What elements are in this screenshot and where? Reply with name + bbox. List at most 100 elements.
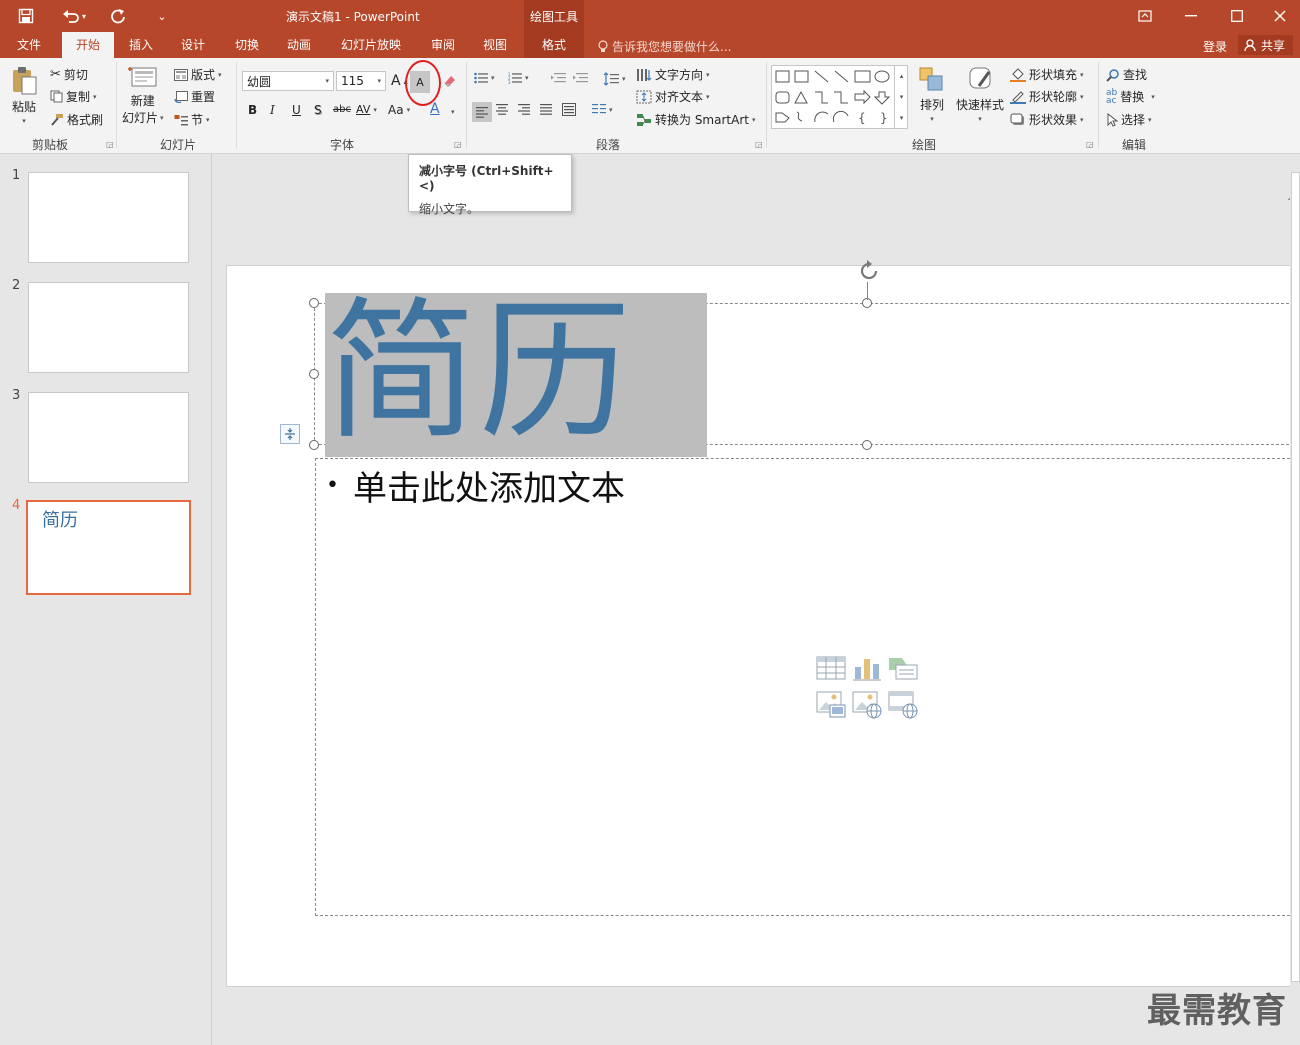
replace-button[interactable]: ab ac 替换 ▾ [1106,88,1155,105]
group-divider [236,62,237,148]
arrange-button[interactable]: 排列 ▾ [918,66,946,123]
login-link[interactable]: 登录 [1203,38,1227,55]
increase-indent-icon[interactable] [572,72,588,84]
paint-bucket-icon [1010,67,1026,82]
shape-outline-button[interactable]: 形状轮廓 ▾ [1010,88,1084,105]
align-right-icon[interactable] [518,104,530,115]
layout-button[interactable]: 版式 ▾ [174,66,222,83]
placeholder-prompt: 单击此处添加文本 [352,469,625,509]
tab-home[interactable]: 开始 [62,32,114,58]
thumbnail-title: 简历 [42,510,78,531]
tell-me-search[interactable]: 告诉我您想要做什么... [598,38,731,55]
cut-button[interactable]: ✂ 剪切 [50,66,88,83]
tab-file[interactable]: 文件 [6,32,52,58]
content-placeholder[interactable]: • 单击此处添加文本 [315,458,1295,916]
insert-picture-icon[interactable] [816,691,846,719]
paragraph-launcher-icon[interactable]: ◲ [755,140,763,149]
resize-handle[interactable] [862,440,872,450]
rotate-handle-icon[interactable] [856,258,882,289]
italic-button[interactable]: I [270,103,275,117]
slide-canvas[interactable]: 简历 • 单击此处添加文本 [226,260,1295,987]
decrease-indent-icon[interactable] [550,72,566,84]
quick-styles-button[interactable]: 快速样式 ▾ [956,66,1004,123]
copy-button[interactable]: 复制 ▾ [50,88,97,105]
shapes-gallery-scroll[interactable]: ▴ ▾ ▾ [894,65,908,129]
tab-review[interactable]: 审阅 [420,32,466,58]
shadow-button[interactable]: S [314,103,322,117]
tab-slideshow[interactable]: 幻灯片放映 [334,32,408,58]
insert-chart-icon[interactable] [852,655,882,683]
shape-fill-button[interactable]: 形状填充 ▾ [1010,66,1084,83]
line-spacing-icon [603,72,619,86]
scrollbar-thumb[interactable] [1291,172,1300,982]
slide-thumbnail-3[interactable] [28,392,189,483]
underline-button[interactable]: U [292,103,301,117]
share-button[interactable]: 共享 [1238,35,1294,55]
shapes-gallery[interactable]: { } [771,65,908,129]
section-button[interactable]: 节 ▾ [174,111,210,128]
justify-icon[interactable] [540,104,552,115]
group-divider [1098,62,1099,148]
insert-video-icon[interactable] [888,691,918,719]
align-left-button[interactable] [472,102,492,122]
content-placeholder-text[interactable]: • 单击此处添加文本 [326,461,625,510]
font-name-combo[interactable]: 幼圆 ▾ [242,71,334,91]
change-case-button[interactable]: Aa ▾ [388,103,410,117]
text-direction-button[interactable]: 文字方向 ▾ [636,66,710,83]
autofit-options-icon[interactable] [280,424,300,444]
select-button[interactable]: 选择 ▾ [1106,111,1152,128]
tab-insert[interactable]: 插入 [118,32,164,58]
font-color-caret[interactable]: ▾ [451,108,455,116]
tab-transitions[interactable]: 切换 [224,32,270,58]
save-icon[interactable] [10,0,42,32]
ribbon-display-options-icon[interactable] [1122,0,1168,32]
tab-animations[interactable]: 动画 [276,32,322,58]
undo-icon[interactable]: ▾ [56,0,92,32]
convert-smartart-button[interactable]: 转换为 SmartArt ▾ [636,111,755,128]
new-slide-button[interactable]: 新建 幻灯片 ▾ [122,66,164,126]
tab-format[interactable]: 格式 [524,32,584,58]
minimize-icon[interactable] [1168,0,1214,32]
bold-button[interactable]: B [248,103,257,117]
numbering-button[interactable]: 1 2 3 ▾ [508,72,529,84]
columns-button[interactable]: ▾ [592,104,613,115]
reset-button[interactable]: 重置 [174,88,215,105]
slide-thumbnail-2[interactable] [28,282,189,373]
resize-handle[interactable] [309,440,319,450]
clipboard-launcher-icon[interactable]: ◲ [106,140,114,149]
close-icon[interactable] [1260,0,1300,32]
tab-view[interactable]: 视图 [472,32,518,58]
slide-thumbnail-4[interactable]: 简历 [26,500,191,595]
line-spacing-button[interactable]: ▾ [603,72,626,86]
insert-online-picture-icon[interactable] [852,691,882,719]
strikethrough-button[interactable]: abc [333,104,351,115]
reset-label: 重置 [191,90,216,104]
tab-design[interactable]: 设计 [170,32,216,58]
change-case-glyph: Aa [388,103,404,117]
insert-smartart-icon[interactable] [888,655,918,683]
resize-handle[interactable] [309,298,319,308]
font-launcher-icon[interactable]: ◲ [454,140,462,149]
format-painter-button[interactable]: 格式刷 [50,111,103,128]
resize-handle[interactable] [309,369,319,379]
redo-icon[interactable] [102,0,134,32]
clear-formatting-button[interactable] [442,72,458,88]
slide-thumbnail-1[interactable] [28,172,189,263]
insert-table-icon[interactable] [816,655,846,683]
font-size-combo[interactable]: 115 ▾ [336,71,386,91]
customize-toolbar-caret[interactable]: ⌄ [146,0,178,32]
bullets-button[interactable]: ▾ [474,72,495,84]
align-text-button[interactable]: 对齐文本 ▾ [636,88,710,105]
find-button[interactable]: 查找 [1106,66,1147,83]
distributed-align-icon[interactable] [562,103,576,116]
drawing-launcher-icon[interactable]: ◲ [1086,140,1094,149]
slide-title-text[interactable]: 简历 [325,282,633,462]
align-center-icon[interactable] [496,104,508,115]
maximize-icon[interactable] [1214,0,1260,32]
vertical-scrollbar[interactable] [1290,154,1300,1045]
shape-effects-button[interactable]: 形状效果 ▾ [1010,111,1084,128]
char-spacing-button[interactable]: AV ▾ [356,103,377,116]
paste-button[interactable]: 粘贴 ▾ [10,66,38,125]
font-color-button[interactable]: A [430,101,440,117]
svg-text:3: 3 [508,80,511,84]
